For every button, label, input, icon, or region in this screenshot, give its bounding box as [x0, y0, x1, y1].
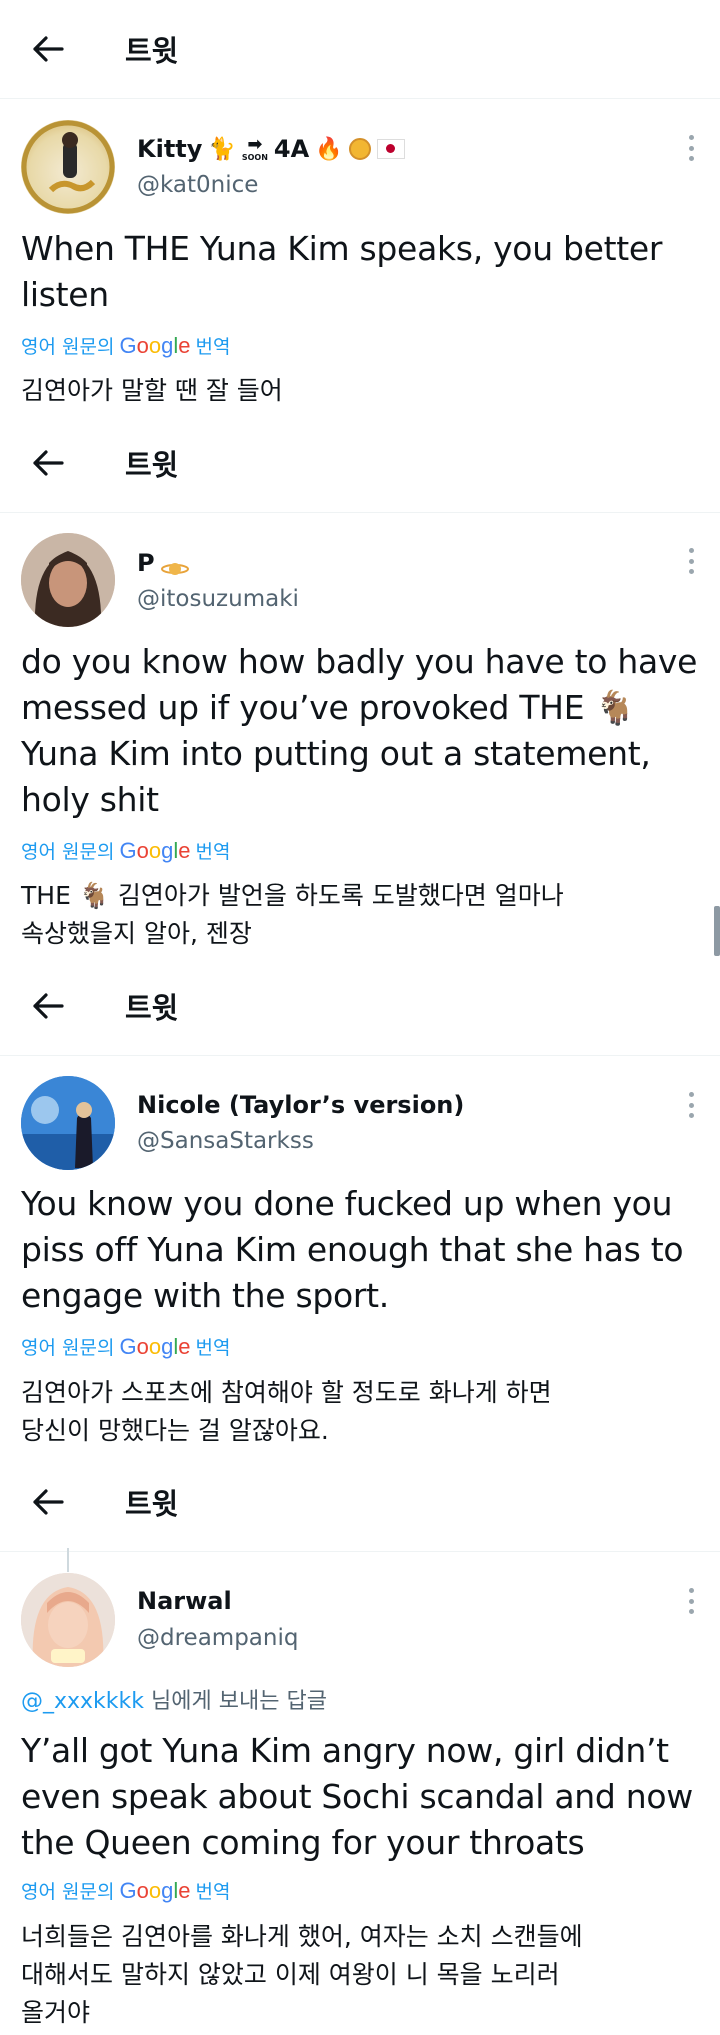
google-logo: Google [119, 1333, 191, 1359]
soon-arrow-icon: ➡ SOON [241, 134, 268, 162]
display-name: Nicole (Taylor’s version) [137, 1091, 465, 1119]
more-options-icon[interactable] [686, 1588, 696, 1614]
user-handle[interactable]: @kat0nice [137, 172, 258, 198]
google-logo: Google [119, 837, 191, 863]
user-handle[interactable]: @itosuzumaki [137, 586, 299, 612]
back-arrow-icon[interactable] [32, 990, 64, 1022]
translate-link[interactable]: 영어 원문의 Google 번역 [21, 332, 230, 359]
page-title: 트윗 [125, 1487, 179, 1521]
translate-link[interactable]: 영어 원문의 Google 번역 [21, 837, 230, 864]
translate-link[interactable]: 영어 원문의 Google 번역 [21, 1333, 230, 1360]
fire-emoji-icon: 🔥 [315, 136, 343, 162]
scrollbar-thumb[interactable] [714, 906, 720, 956]
back-arrow-icon[interactable] [32, 447, 64, 479]
display-name: Kitty [137, 135, 203, 163]
avatar[interactable] [21, 120, 115, 214]
page-title: 트윗 [125, 448, 179, 482]
tweet-text: You know you done fucked up when you pis… [21, 1184, 684, 1315]
japan-flag-icon [376, 139, 405, 159]
google-logo: Google [119, 332, 191, 358]
tweet-text: do you know how badly you have to have m… [21, 642, 698, 819]
more-options-icon[interactable] [686, 1092, 696, 1118]
page-title: 트윗 [125, 34, 179, 68]
translated-text: 김연아가 스포츠에 참여해야 할 정도로 화나게 하면 당신이 망했다는 걸 알… [21, 1378, 552, 1445]
tweet-text: When THE Yuna Kim speaks, you better list… [21, 229, 663, 314]
google-logo: Google [119, 1877, 191, 1903]
user-name[interactable]: Nicole (Taylor’s version) [137, 1087, 464, 1123]
back-arrow-icon[interactable] [32, 1486, 64, 1518]
reply-context: @_xxxkkkk 님에게 보내는 답글 [21, 1683, 327, 1715]
avatar[interactable] [21, 533, 115, 627]
top-bar: 트윗 [0, 0, 720, 99]
more-options-icon[interactable] [686, 135, 696, 161]
back-arrow-icon[interactable] [32, 33, 64, 65]
top-bar: 트윗 [0, 957, 720, 1056]
user-name[interactable]: Narwal [137, 1583, 232, 1619]
goat-emoji-icon: 🐐 [594, 688, 636, 727]
translated-text: 김연아가 말할 땐 잘 들어 [21, 376, 283, 405]
goat-emoji-icon: 🐐 [78, 881, 110, 910]
translated-text: THE 🐐 김연아가 발언을 하도록 도발했다면 얼마나 속상했을지 알아, 젠… [21, 881, 564, 948]
reply-mention-link[interactable]: @_xxxkkkk [21, 1689, 144, 1714]
planet-emoji-icon [160, 555, 189, 575]
reply-label: 님에게 보내는 답글 [151, 1689, 327, 1714]
gold-medal-icon [348, 138, 371, 160]
translated-text: 너희들은 김연아를 화나게 했어, 여자는 소치 스캔들에 대해서도 말하지 않… [21, 1922, 583, 2027]
more-options-icon[interactable] [686, 548, 696, 574]
top-bar: 트윗 [0, 414, 720, 513]
cat-emoji-icon: 🐈 [208, 136, 236, 162]
user-name[interactable]: Kitty 🐈 ➡ SOON 4A 🔥 [137, 131, 405, 167]
display-name: P [137, 549, 155, 577]
avatar[interactable] [21, 1076, 115, 1170]
page-title: 트윗 [125, 991, 179, 1025]
tweet-text: Y’all got Yuna Kim angry now, girl didn’… [21, 1731, 693, 1862]
avatar[interactable] [21, 1573, 115, 1667]
user-name[interactable]: P [137, 545, 189, 581]
thread-connector [67, 1548, 69, 1572]
user-handle[interactable]: @SansaStarkss [137, 1128, 314, 1154]
top-bar: 트윗 [0, 1453, 720, 1552]
name-extra: 4A [273, 135, 310, 163]
translate-link[interactable]: 영어 원문의 Google 번역 [21, 1877, 230, 1904]
user-handle[interactable]: @dreampaniq [137, 1625, 298, 1651]
display-name: Narwal [137, 1587, 232, 1615]
